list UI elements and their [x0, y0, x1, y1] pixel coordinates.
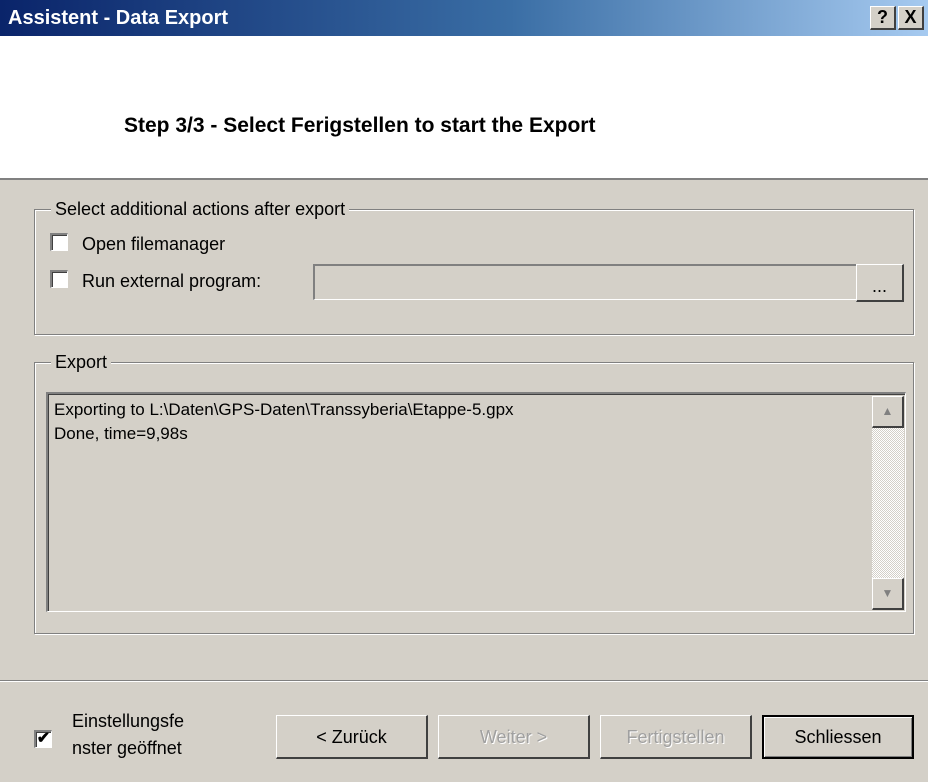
finish-button-label: Fertigstellen	[626, 727, 725, 747]
next-button-label: Weiter >	[479, 727, 548, 747]
footer-separator	[0, 680, 928, 682]
back-button[interactable]: < Zurück	[276, 715, 428, 759]
scroll-up-icon: ▲	[881, 404, 894, 418]
close-window-button[interactable]: X	[898, 6, 924, 30]
open-filemanager-checkbox[interactable]	[50, 233, 68, 251]
log-line: Exporting to L:\Daten\GPS-Daten\Transsyb…	[54, 400, 514, 419]
wizard-header: Step 3/3 - Select Ferigstellen to start …	[0, 36, 928, 180]
help-button[interactable]: ?	[870, 6, 896, 30]
scroll-down-icon: ▼	[881, 586, 894, 600]
finish-button[interactable]: Fertigstellen	[600, 715, 752, 759]
browse-button[interactable]: ...	[856, 264, 904, 302]
export-log[interactable]: Exporting to L:\Daten\GPS-Daten\Transsyb…	[46, 392, 906, 612]
log-line: Done, time=9,98s	[54, 424, 188, 443]
run-external-checkbox[interactable]	[50, 270, 68, 288]
title-bar[interactable]: Assistent - Data Export ? X	[0, 0, 928, 36]
window-title: Assistent - Data Export	[8, 7, 229, 29]
settings-window-label-line2[interactable]: nster geöffnet	[72, 738, 182, 759]
log-scrollbar[interactable]: ▲ ▼	[872, 396, 904, 610]
external-program-input[interactable]	[313, 264, 857, 300]
run-external-label[interactable]: Run external program:	[82, 271, 261, 292]
step-title: Step 3/3 - Select Ferigstellen to start …	[124, 114, 596, 137]
help-icon: ?	[877, 7, 888, 27]
open-filemanager-label[interactable]: Open filemanager	[82, 234, 225, 255]
back-button-label: < Zurück	[316, 727, 387, 747]
settings-window-label-line1[interactable]: Einstellungsfe	[72, 711, 184, 732]
scroll-down-button[interactable]: ▼	[872, 578, 904, 610]
check-mark-icon: ✔	[36, 730, 51, 747]
scroll-up-button[interactable]: ▲	[872, 396, 904, 428]
close-icon: X	[904, 7, 917, 27]
browse-label: ...	[871, 276, 887, 296]
export-group-legend: Export	[51, 352, 112, 373]
close-button-label: Schliessen	[794, 727, 882, 747]
settings-window-checkbox[interactable]: ✔	[34, 730, 52, 748]
next-button[interactable]: Weiter >	[438, 715, 590, 759]
close-button[interactable]: Schliessen	[762, 715, 914, 759]
actions-group-legend: Select additional actions after export	[51, 199, 350, 220]
